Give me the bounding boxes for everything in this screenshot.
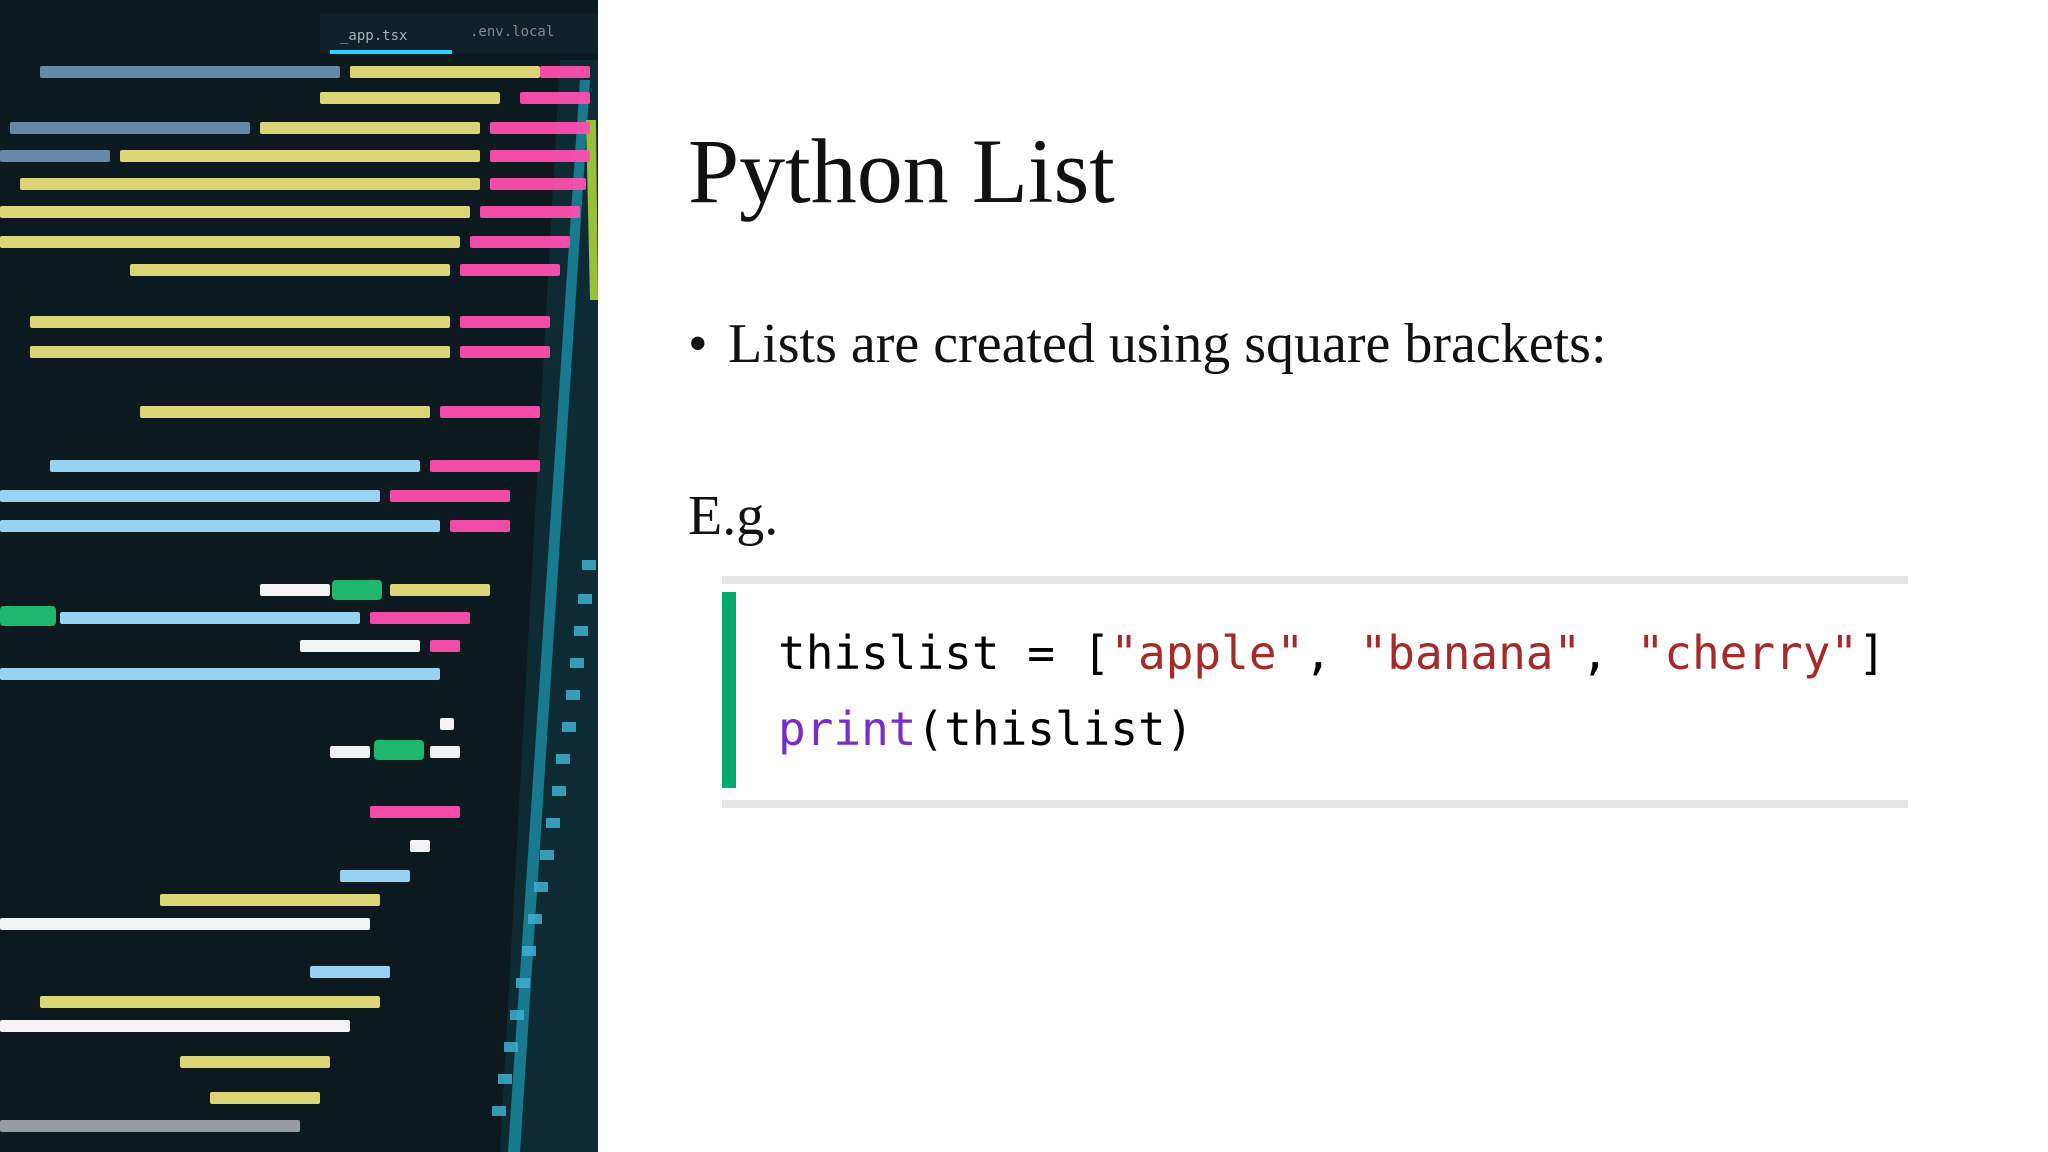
example-label: E.g.	[688, 485, 779, 547]
code-var: thislist = [	[778, 626, 1111, 680]
code-separator: ,	[1304, 626, 1360, 680]
slide: _app.tsx .env.local Python List • Lists …	[0, 0, 2048, 1152]
code-editor-photo: _app.tsx .env.local	[0, 0, 598, 1152]
code-accent-bar	[722, 592, 736, 788]
code-string-apple: "apple"	[1110, 626, 1305, 680]
bullet-text: Lists are created using square brackets:	[728, 313, 1607, 375]
code-line-1: thislist = ["apple", "banana", "cherry"]	[778, 626, 1886, 680]
bullet-item: • Lists are created using square brackets…	[688, 312, 1607, 376]
code-string-cherry: "cherry"	[1636, 626, 1859, 680]
code-example-box: thislist = ["apple", "banana", "cherry"]…	[722, 576, 1908, 808]
code-bracket: ]	[1858, 626, 1886, 680]
code-function-print: print	[778, 702, 917, 756]
bullet-dot: •	[688, 313, 708, 375]
code-string-banana: "banana"	[1359, 626, 1582, 680]
tab-env-local: .env.local	[470, 24, 554, 40]
code-args: (thislist)	[916, 702, 1194, 756]
code-line-2: print(thislist)	[778, 702, 1193, 756]
code-editor-illustration: _app.tsx .env.local	[0, 0, 598, 1152]
code-separator: ,	[1581, 626, 1637, 680]
tab-app-tsx: _app.tsx	[340, 28, 407, 44]
slide-title: Python List	[688, 120, 1115, 222]
